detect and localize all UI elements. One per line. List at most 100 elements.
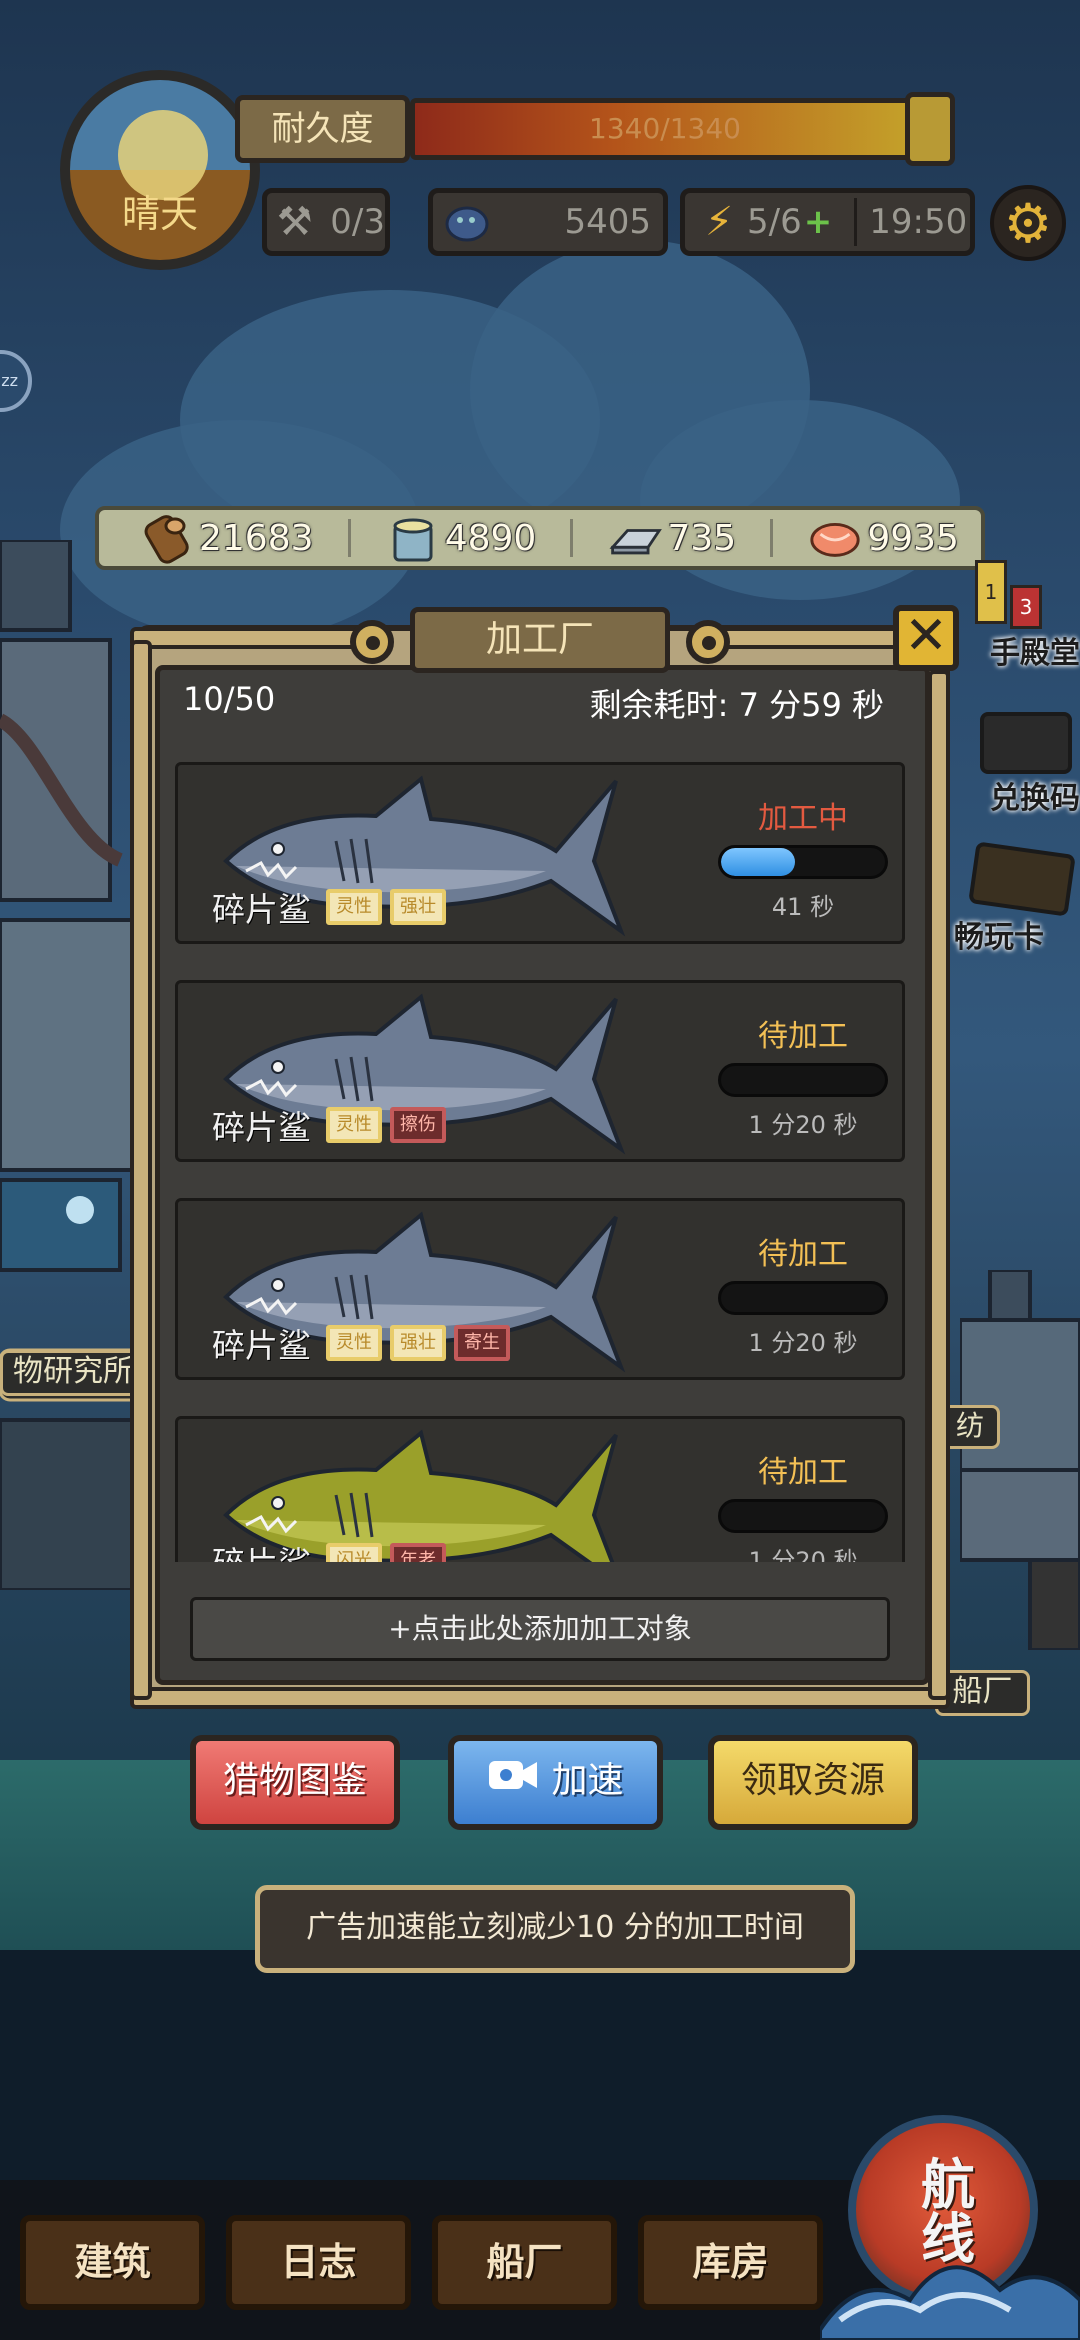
card-progress-bar	[718, 845, 888, 879]
catalog-button[interactable]: 猎物图鉴	[190, 1735, 400, 1830]
resource-wood: 21683	[139, 512, 314, 564]
resource-divider	[770, 519, 774, 557]
temple-rank-badge-2: 3	[1010, 585, 1042, 629]
wood-log-icon	[139, 512, 195, 564]
durability-bar-cap	[905, 92, 955, 166]
trait-tag: 强壮	[390, 1325, 446, 1361]
card-time: 41 秒	[771, 893, 835, 921]
resource-bar: 21683 4890 735 9935	[95, 506, 985, 570]
right-ship-scenery	[960, 1270, 1080, 1650]
trait-tag: 擦伤	[390, 1107, 446, 1143]
card-progress-bar	[718, 1281, 888, 1315]
processing-card[interactable]: 碎片鲨闪光年老 待加工 1 分20 秒	[175, 1416, 905, 1562]
trait-tags: 灵性 强壮	[326, 889, 446, 925]
card-progress-fill	[721, 848, 795, 876]
card-status: 待加工	[758, 1237, 848, 1272]
energy-counter[interactable]: ⚡ 5/6 + 19:50	[680, 188, 975, 256]
weather-badge[interactable]: 晴天	[60, 70, 260, 270]
nav-storage[interactable]: 库房	[638, 2215, 823, 2310]
temple-rank-badge-1: 1	[975, 560, 1007, 624]
card-progress-bar	[718, 1499, 888, 1533]
card-progress-bar	[718, 1063, 888, 1097]
tools-counter[interactable]: ⚒ 0/3	[262, 188, 390, 256]
bug-counter[interactable]: 5405	[428, 188, 668, 256]
lab-label[interactable]: 物研究所	[0, 1350, 146, 1396]
energy-value: 5/6	[747, 202, 802, 242]
speedup-button[interactable]: 加速	[448, 1735, 663, 1830]
meat-value: 9935	[867, 517, 959, 559]
queue-count: 10/50	[183, 680, 276, 718]
nav-shipyard[interactable]: 船厂	[432, 2215, 617, 2310]
durability-value: 1340/1340	[589, 112, 741, 145]
card-icon	[968, 841, 1076, 917]
card-status: 加工中	[758, 801, 848, 836]
card-time: 1 分20 秒	[748, 1329, 858, 1357]
trait-tag: 年老	[390, 1543, 446, 1562]
fish-meat-icon	[807, 512, 863, 564]
trait-tag: 闪光	[326, 1543, 382, 1562]
lightning-icon: ⚡	[704, 199, 734, 245]
energy-plus-icon[interactable]: +	[804, 202, 833, 242]
water-value: 4890	[444, 517, 537, 559]
trait-tags: 灵性 擦伤	[326, 1107, 446, 1143]
processing-card[interactable]: 碎片鲨 灵性 强壮 加工中 41 秒	[175, 762, 905, 944]
trait-tags: 灵性 强壮 寄生	[326, 1325, 510, 1361]
panel-pipe-left	[130, 640, 152, 1700]
processing-card[interactable]: 碎片鲨 灵性 强壮 寄生 待加工 1 分20 秒	[175, 1198, 905, 1380]
trait-tag: 强壮	[390, 889, 446, 925]
water-bucket-icon	[385, 512, 441, 564]
card-name: 碎片鲨	[212, 1537, 311, 1562]
wood-value: 21683	[199, 517, 314, 559]
close-button[interactable]: ✕	[893, 605, 959, 671]
trait-tag: 灵性	[326, 1107, 382, 1143]
title-ring-right	[686, 620, 730, 664]
processing-card[interactable]: 碎片鲨 灵性 擦伤 待加工 1 分20 秒	[175, 980, 905, 1162]
resource-divider	[570, 519, 574, 557]
processing-list[interactable]: 碎片鲨 灵性 强壮 加工中 41 秒碎片鲨 灵性 擦伤 待加工 1 分20 秒碎片鲨 灵性 强壮 寄生…	[175, 762, 905, 1562]
card-time: 1 分20 秒	[748, 1547, 858, 1562]
resource-divider	[347, 519, 351, 557]
resource-water: 4890	[385, 512, 537, 564]
collect-button[interactable]: 领取资源	[708, 1735, 918, 1830]
iron-value: 735	[667, 517, 737, 559]
trait-tag: 灵性	[326, 889, 382, 925]
redeem-code-button[interactable]: 兑换码	[990, 773, 1080, 817]
add-item-button[interactable]: +点击此处添加加工对象	[190, 1597, 890, 1661]
trait-tag: 灵性	[326, 1325, 382, 1361]
panel-title: 加工厂	[410, 607, 670, 673]
energy-timer: 19:50	[869, 202, 968, 242]
left-ship-scenery	[0, 540, 150, 1590]
durability-bar: 1340/1340	[410, 98, 920, 160]
speedup-tip: 广告加速能立刻减少10 分的加工时间	[255, 1885, 855, 1973]
trait-tags: 闪光 年老	[326, 1543, 446, 1562]
panel-pipe-top-left	[130, 627, 365, 649]
bug-value: 5405	[564, 202, 651, 242]
speedup-label: 加速	[551, 1760, 624, 1801]
energy-divider	[854, 198, 858, 246]
tools-value: 0/3	[330, 202, 385, 242]
card-status: 待加工	[758, 1019, 848, 1054]
card-name: 碎片鲨	[212, 1326, 311, 1365]
settings-gear-icon[interactable]: ⚙	[990, 185, 1066, 261]
resource-meat: 9935	[807, 512, 959, 564]
resource-iron: 735	[607, 512, 736, 564]
ticket-icon	[980, 712, 1072, 774]
panel-pipe-bottom	[130, 1687, 950, 1709]
video-camera-icon	[487, 1742, 539, 1822]
nav-log[interactable]: 日志	[226, 2215, 411, 2310]
bug-creature-icon	[439, 194, 495, 250]
card-time: 1 分20 秒	[748, 1111, 858, 1139]
temple-button[interactable]: 手殿堂	[990, 628, 1080, 672]
wave-icon	[820, 2265, 1080, 2340]
trait-tag: 寄生	[454, 1325, 510, 1361]
title-ring-left	[350, 620, 394, 664]
durability-label: 耐久度	[235, 95, 410, 163]
hammer-pick-icon: ⚒	[276, 199, 313, 245]
remaining-time: 剩余耗时: 7 分59 秒	[589, 686, 884, 724]
panel-pipe-right	[928, 670, 950, 1700]
iron-ingot-icon	[607, 512, 663, 564]
nav-building[interactable]: 建筑	[20, 2215, 205, 2310]
card-name: 碎片鲨	[212, 1108, 311, 1147]
card-name: 碎片鲨	[212, 890, 311, 929]
pass-card-button[interactable]: 畅玩卡	[954, 912, 1044, 956]
